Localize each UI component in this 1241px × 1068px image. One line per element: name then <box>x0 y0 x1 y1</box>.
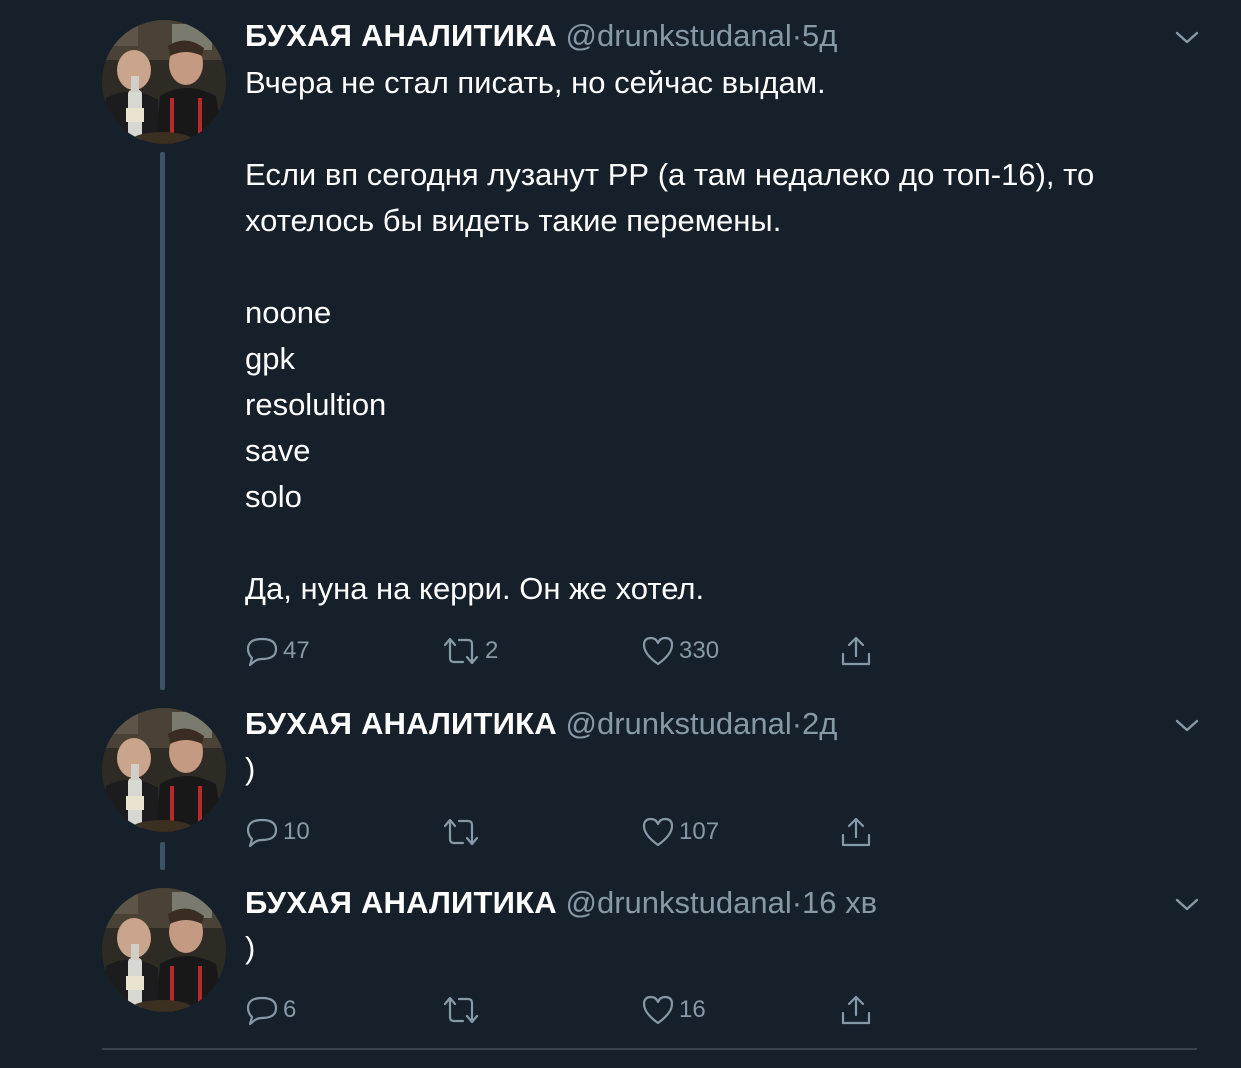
reply-count: 47 <box>283 637 310 664</box>
tweet-timestamp[interactable]: 16 хв <box>802 885 877 920</box>
tweet-text-line: save <box>245 433 311 468</box>
like-count: 16 <box>679 996 706 1023</box>
share-icon <box>839 634 873 668</box>
tweet-text-line <box>245 106 1205 152</box>
tweet-text-line: Вчера не стал писать, но сейчас выдам. <box>245 65 826 100</box>
heart-icon <box>641 993 675 1027</box>
like-button[interactable]: 107 <box>641 814 719 850</box>
tweet-header: БУХАЯ АНАЛИТИКА @drunkstudanal·2д <box>245 704 837 744</box>
separator-dot: · <box>791 18 803 53</box>
share-button[interactable] <box>839 633 873 669</box>
tweet-text-line: Да, нуна на керри. Он же хотел. <box>245 571 705 606</box>
reply-button[interactable]: 6 <box>245 992 296 1028</box>
reply-button[interactable]: 47 <box>245 633 310 669</box>
reply-icon <box>245 993 279 1027</box>
avatar[interactable] <box>102 708 226 832</box>
display-name[interactable]: БУХАЯ АНАЛИТИКА <box>245 18 557 53</box>
tweet-text-line: хотелось бы видеть такие перемены. <box>245 203 782 238</box>
user-handle[interactable]: @drunkstudanal <box>565 18 791 53</box>
tweet-text-line: ) <box>245 751 256 786</box>
user-handle[interactable]: @drunkstudanal <box>565 885 791 920</box>
tweet-text-line: solo <box>245 479 302 514</box>
heart-icon <box>641 815 675 849</box>
tweet-header: БУХАЯ АНАЛИТИКА @drunkstudanal·5д <box>245 16 837 56</box>
tweet-header: БУХАЯ АНАЛИТИКА @drunkstudanal·16 хв <box>245 883 877 923</box>
chevron-down-icon[interactable] <box>1172 716 1202 736</box>
tweet-text-line <box>245 520 1205 566</box>
retweet-icon <box>441 634 481 668</box>
avatar[interactable] <box>102 20 226 144</box>
tweet-text: ) <box>245 746 1205 792</box>
share-icon <box>839 815 873 849</box>
tweet-text-line: noone <box>245 295 332 330</box>
like-button[interactable]: 16 <box>641 992 706 1028</box>
tweet-timestamp[interactable]: 5д <box>802 18 837 53</box>
like-count: 330 <box>679 637 720 664</box>
reply-icon <box>245 815 279 849</box>
reply-count: 6 <box>283 996 297 1023</box>
heart-icon <box>641 634 675 668</box>
tweet-text: ) <box>245 925 1205 971</box>
tweet[interactable]: БУХАЯ АНАЛИТИКА @drunkstudanal·16 хв ) 6… <box>0 868 1241 1048</box>
divider <box>102 1048 1197 1050</box>
like-button[interactable]: 330 <box>641 633 719 669</box>
tweet-text-line: gpk <box>245 341 295 376</box>
avatar[interactable] <box>102 888 226 1012</box>
share-icon <box>839 993 873 1027</box>
share-button[interactable] <box>839 814 873 850</box>
reply-button[interactable]: 10 <box>245 814 310 850</box>
retweet-icon <box>441 815 481 849</box>
share-button[interactable] <box>839 992 873 1028</box>
user-handle[interactable]: @drunkstudanal <box>565 706 791 741</box>
reply-count: 10 <box>283 818 310 845</box>
retweet-count: 2 <box>485 637 499 664</box>
display-name[interactable]: БУХАЯ АНАЛИТИКА <box>245 706 557 741</box>
reply-icon <box>245 634 279 668</box>
tweet-text-line: Если вп сегодня лузанут РР (а там недале… <box>245 157 1095 192</box>
tweet-text-line: ) <box>245 930 256 965</box>
separator-dot: · <box>791 885 803 920</box>
like-count: 107 <box>679 818 720 845</box>
tweet-text: Вчера не стал писать, но сейчас выдам. Е… <box>245 60 1205 612</box>
chevron-down-icon[interactable] <box>1172 895 1202 915</box>
tweet-text-line <box>245 244 1205 290</box>
retweet-button[interactable] <box>441 992 481 1028</box>
tweet-timestamp[interactable]: 2д <box>802 706 837 741</box>
tweet[interactable]: БУХАЯ АНАЛИТИКА @drunkstudanal·2д ) 10 1… <box>0 690 1241 860</box>
chevron-down-icon[interactable] <box>1172 28 1202 48</box>
separator-dot: · <box>791 706 803 741</box>
tweet-text-line: resolultion <box>245 387 387 422</box>
display-name[interactable]: БУХАЯ АНАЛИТИКА <box>245 885 557 920</box>
tweet[interactable]: БУХАЯ АНАЛИТИКА @drunkstudanal·5д Вчера … <box>0 0 1241 690</box>
retweet-button[interactable] <box>441 814 481 850</box>
retweet-icon <box>441 993 481 1027</box>
retweet-button[interactable]: 2 <box>441 633 498 669</box>
